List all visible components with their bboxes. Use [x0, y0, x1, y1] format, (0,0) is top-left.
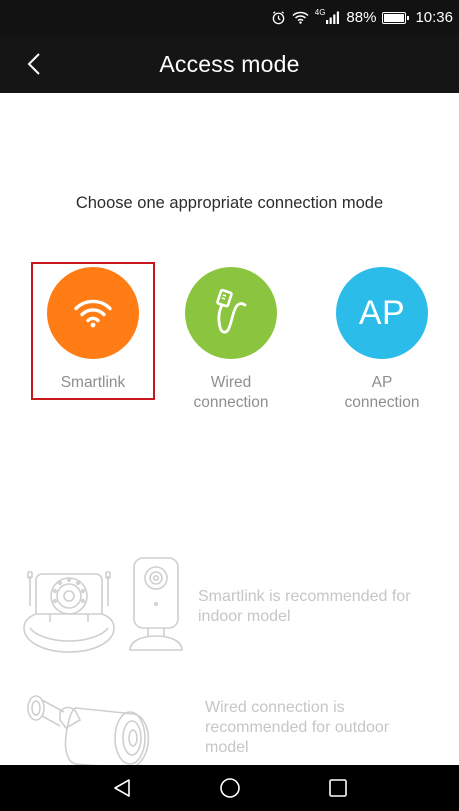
system-nav-bar: [0, 765, 459, 811]
nav-recents-button[interactable]: [323, 773, 353, 803]
signal-icon: 4G: [314, 8, 341, 24]
nav-back-button[interactable]: [107, 773, 137, 803]
ap-icon: AP: [358, 293, 406, 332]
page-title: Access mode: [159, 51, 300, 77]
ptz-camera-illustration: [23, 571, 115, 653]
smartlink-label: Smartlink: [60, 374, 126, 391]
smartlink-button[interactable]: [47, 267, 139, 359]
circle-home-icon: [219, 778, 240, 798]
square-recents-icon: [328, 779, 347, 797]
network-type: 4G: [314, 8, 326, 17]
wired-connection-button[interactable]: [185, 267, 277, 359]
wired-connection-label: Wired connection: [193, 374, 269, 411]
ap-connection-button[interactable]: AP: [336, 267, 428, 359]
nav-home-button[interactable]: [215, 773, 245, 803]
mode-smartlink[interactable]: Smartlink: [31, 262, 155, 400]
indoor-hint: Smartlink is recommended for indoor mode…: [198, 588, 411, 625]
mode-ap-connection[interactable]: AP AP connection: [320, 262, 444, 413]
clock: 10:36: [415, 9, 453, 26]
cube-camera-illustration: [129, 557, 183, 651]
triangle-back-icon: [113, 779, 130, 797]
mode-wired-connection[interactable]: Wired connection: [169, 262, 293, 413]
wifi-icon: [74, 299, 112, 328]
cable-icon: [216, 288, 247, 334]
battery-icon: [382, 11, 410, 24]
wifi-status-icon: [292, 11, 309, 24]
app-bar: Access mode: [0, 35, 459, 93]
battery-percent: 88%: [346, 9, 377, 26]
alarm-icon: [271, 10, 286, 25]
outdoor-hint: Wired connection is recommended for outd…: [205, 699, 390, 756]
ap-connection-label: AP connection: [344, 374, 420, 411]
prompt-text: Choose one appropriate connection mode: [75, 194, 384, 212]
bullet-camera-illustration: [27, 695, 150, 769]
status-bar: 4G 88% 10:36: [0, 0, 459, 35]
